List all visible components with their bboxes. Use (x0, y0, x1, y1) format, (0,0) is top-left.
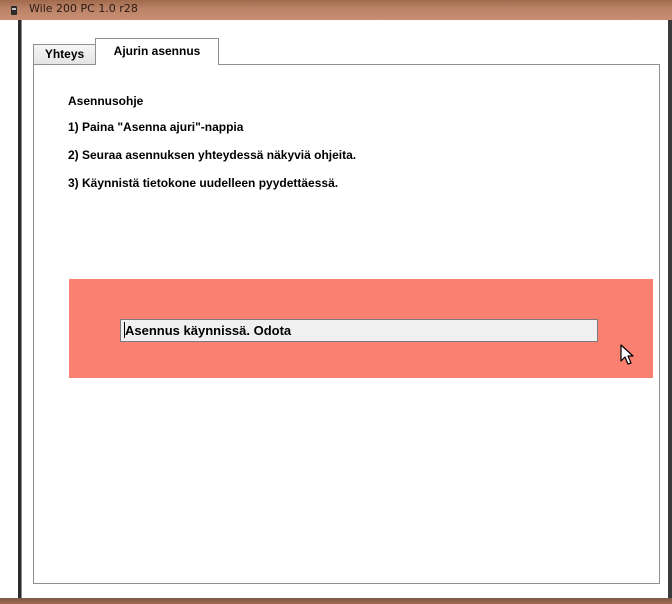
window-frame-right (668, 20, 672, 604)
mouse-pointer-icon (620, 344, 634, 365)
tab-ajurin-asennus[interactable]: Ajurin asennus (95, 38, 219, 65)
window-frame-bottom (0, 598, 672, 604)
instruction-step-2: 2) Seuraa asennuksen yhteydessä näkyviä … (68, 148, 357, 162)
instruction-step-1: 1) Paina "Asenna ajuri"-nappia (68, 120, 244, 134)
title-bar[interactable]: Wile 200 PC 1.0 r28 (0, 0, 672, 20)
text-caret (124, 322, 125, 338)
tab-yhteys[interactable]: Yhteys (33, 44, 96, 64)
window-frame-left-inner (21, 20, 22, 604)
window-title: Wile 200 PC 1.0 r28 (29, 2, 138, 15)
instruction-step-3: 3) Käynnistä tietokone uudelleen pyydett… (68, 176, 339, 190)
screen: Wile 200 PC 1.0 r28 Yhteys Ajurin asennu… (0, 0, 672, 604)
status-field[interactable] (120, 319, 598, 342)
app-icon[interactable] (10, 6, 18, 15)
instructions-title: Asennusohje (68, 94, 144, 108)
